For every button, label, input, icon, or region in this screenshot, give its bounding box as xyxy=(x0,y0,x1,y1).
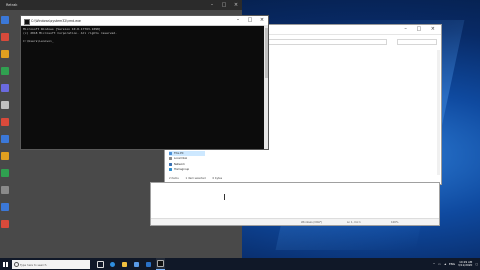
tool-icon[interactable] xyxy=(1,67,9,75)
pc-icon xyxy=(169,151,172,155)
scrollbar[interactable] xyxy=(437,50,440,175)
tool-icon[interactable] xyxy=(1,203,9,211)
background-app-title: Retrak xyxy=(6,3,18,7)
nav-item-label: Local Disk xyxy=(174,157,188,161)
maximize-icon[interactable]: □ xyxy=(220,2,228,8)
explorer-window-controls[interactable]: – □ × xyxy=(404,26,439,32)
cmd-console-output[interactable]: Microsoft Windows [Version 10.0.17763.10… xyxy=(23,27,262,43)
console-prompt[interactable]: C:\Users\Lenovo>_ xyxy=(23,39,262,43)
network-icon xyxy=(169,162,172,166)
cmd-titlebar[interactable]: C:\Windows\system32\cmd.exe – □ × xyxy=(21,16,268,26)
notification-icon[interactable]: ▢ xyxy=(475,262,478,266)
tool-icon[interactable] xyxy=(1,118,9,126)
status-item: 1 item selected xyxy=(185,177,206,180)
edge-icon[interactable] xyxy=(108,258,117,270)
search-icon xyxy=(14,262,19,267)
tool-icon[interactable] xyxy=(1,152,9,160)
status-item: 2 items xyxy=(169,177,179,180)
nav-item-homegroup[interactable]: Homegroup xyxy=(169,167,205,173)
tool-icon[interactable] xyxy=(1,220,9,228)
search-input[interactable] xyxy=(397,39,437,45)
cmd-scroll-thumb[interactable] xyxy=(264,28,268,78)
clock[interactable]: 10:29 AM 3/11/2020 xyxy=(458,260,473,268)
explorer-status-bar: 2 items 1 item selected 0 bytes xyxy=(169,177,228,180)
tool-icon[interactable] xyxy=(1,16,9,24)
minimize-icon[interactable]: – xyxy=(208,2,216,8)
close-button[interactable]: × xyxy=(257,17,267,24)
clock-date: 3/11/2020 xyxy=(458,263,473,267)
tool-icon[interactable] xyxy=(1,33,9,41)
tool-icon[interactable] xyxy=(1,169,9,177)
windows-logo-icon xyxy=(3,261,8,267)
address-bar[interactable] xyxy=(265,39,387,45)
mouse-cursor xyxy=(224,194,225,200)
tool-icon[interactable] xyxy=(1,135,9,143)
task-view-icon[interactable] xyxy=(96,258,105,270)
homegroup-icon xyxy=(169,168,172,172)
left-toolbar xyxy=(1,16,11,237)
disk-icon xyxy=(169,157,172,161)
tool-icon[interactable] xyxy=(1,186,9,194)
maximize-button[interactable]: □ xyxy=(245,17,255,24)
zoom-status: 100% xyxy=(391,221,399,224)
command-prompt-window[interactable]: C:\Windows\system32\cmd.exe – □ × Micros… xyxy=(20,15,269,150)
nav-item-label: Network xyxy=(174,162,185,166)
tool-icon[interactable] xyxy=(1,101,9,109)
store-icon[interactable] xyxy=(132,258,141,270)
background-app-titlebar[interactable]: Retrak – □ × xyxy=(0,0,242,10)
mail-icon[interactable] xyxy=(144,258,153,270)
status-item: 0 bytes xyxy=(212,177,223,180)
position-status: Ln 1, Col 1 xyxy=(347,221,361,224)
editor-window[interactable]: Windows (CRLF) Ln 1, Col 1 100% xyxy=(150,182,440,226)
taskbar: Type here to search ^ ▭ ◄ ENG 10:29 AM 3… xyxy=(0,258,480,270)
nav-item-label: This PC xyxy=(174,151,184,155)
system-tray: ^ ▭ ◄ ENG 10:29 AM 3/11/2020 ▢ xyxy=(433,258,478,270)
cmd-icon xyxy=(24,18,30,25)
volume-icon[interactable]: ◄ xyxy=(444,262,446,266)
minimize-button[interactable]: – xyxy=(233,17,243,24)
cmd-taskbar-icon[interactable] xyxy=(156,258,165,270)
tool-icon[interactable] xyxy=(1,50,9,58)
tool-icon[interactable] xyxy=(1,84,9,92)
file-explorer-icon[interactable] xyxy=(120,258,129,270)
network-tray-icon[interactable]: ▭ xyxy=(438,262,441,266)
language-indicator[interactable]: ENG xyxy=(449,262,455,266)
taskbar-search-box[interactable]: Type here to search xyxy=(12,259,90,269)
editor-status-bar: Windows (CRLF) Ln 1, Col 1 100% xyxy=(151,218,439,225)
close-icon[interactable]: × xyxy=(232,2,240,8)
cmd-title: C:\Windows\system32\cmd.exe xyxy=(31,18,81,23)
chevron-up-icon[interactable]: ^ xyxy=(433,262,435,266)
nav-item-label: Homegroup xyxy=(174,168,190,172)
encoding-status: Windows (CRLF) xyxy=(301,221,322,224)
search-placeholder: Type here to search xyxy=(20,262,47,267)
start-button[interactable] xyxy=(0,258,11,270)
